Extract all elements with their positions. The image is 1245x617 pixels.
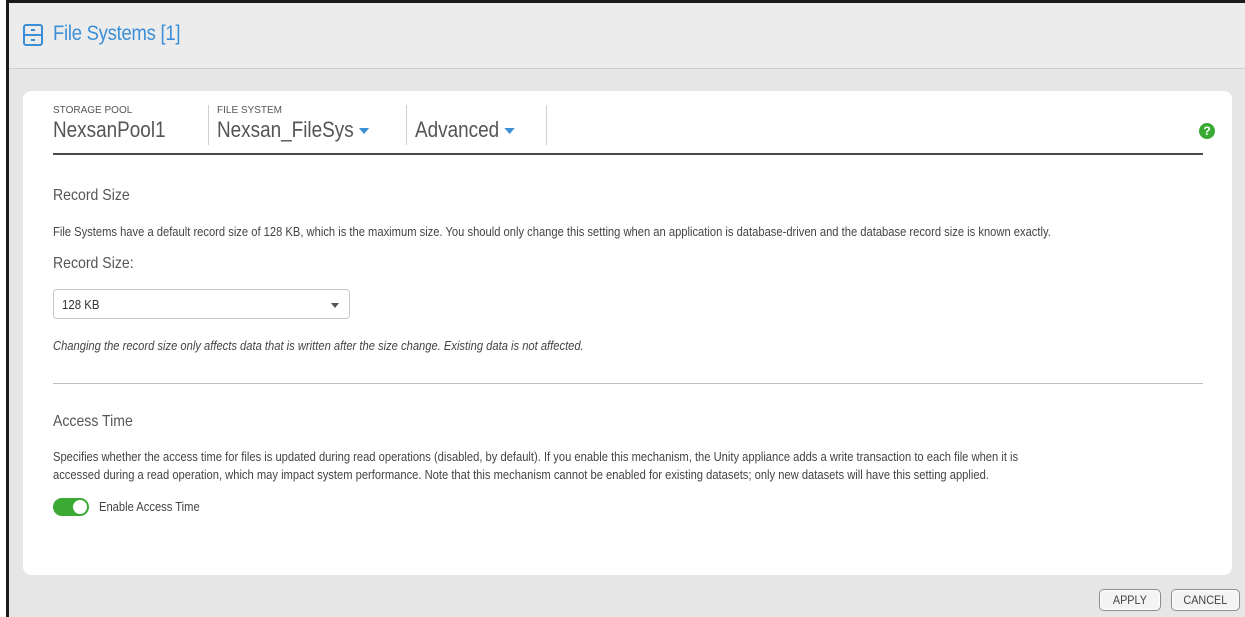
page-header: File Systems [1] (9, 3, 1245, 69)
breadcrumb-underline (53, 153, 1203, 155)
breadcrumb-value: Nexsan_FileSys (217, 117, 370, 143)
access-time-title: Access Time (53, 413, 133, 430)
toggle-knob (73, 500, 87, 514)
record-size-note: Changing the record size only affects da… (53, 338, 584, 353)
cancel-button-label: CANCEL (1183, 593, 1228, 607)
enable-access-time-label: Enable Access Time (99, 499, 200, 514)
section-divider (53, 383, 1203, 384)
breadcrumb-label: FILE SYSTEM (217, 105, 283, 116)
breadcrumb-value-text: Advanced (415, 117, 500, 142)
record-size-description: File Systems have a default record size … (53, 224, 1051, 239)
breadcrumb-label: STORAGE POOL (53, 105, 133, 116)
record-size-title: Record Size (53, 187, 130, 204)
chevron-down-icon (331, 303, 339, 308)
breadcrumb-storage-pool[interactable]: STORAGE POOL NexsanPool1 (53, 105, 209, 145)
record-size-select[interactable]: 128 KB (53, 289, 350, 319)
help-icon[interactable]: ? (1199, 123, 1215, 139)
record-size-selected-value: 128 KB (62, 297, 100, 312)
enable-access-time-toggle[interactable] (53, 498, 89, 516)
settings-card: STORAGE POOL NexsanPool1 FILE SYSTEM Nex… (23, 91, 1232, 575)
breadcrumb-file-system[interactable]: FILE SYSTEM Nexsan_FileSys (217, 105, 407, 145)
chevron-down-icon[interactable] (504, 128, 515, 135)
file-cabinet-icon (23, 24, 43, 46)
access-time-description-line2: accessed during a read operation, which … (53, 467, 989, 482)
breadcrumb-value: Advanced (415, 117, 515, 143)
breadcrumb: STORAGE POOL NexsanPool1 FILE SYSTEM Nex… (53, 105, 555, 145)
chevron-down-icon[interactable] (358, 128, 370, 135)
record-size-field-label: Record Size: (53, 255, 134, 272)
app-frame: File Systems [1] STORAGE POOL NexsanPool… (6, 0, 1245, 617)
apply-button-label: APPLY (1112, 593, 1148, 607)
breadcrumb-advanced[interactable]: Advanced (415, 105, 547, 145)
breadcrumb-value: NexsanPool1 (53, 117, 166, 142)
cancel-button[interactable]: CANCEL (1171, 589, 1240, 611)
apply-button[interactable]: APPLY (1099, 589, 1161, 611)
access-time-description-line1: Specifies whether the access time for fi… (53, 449, 1019, 464)
page-title: File Systems [1] (53, 22, 181, 45)
breadcrumb-value-text: Nexsan_FileSys (217, 117, 354, 142)
